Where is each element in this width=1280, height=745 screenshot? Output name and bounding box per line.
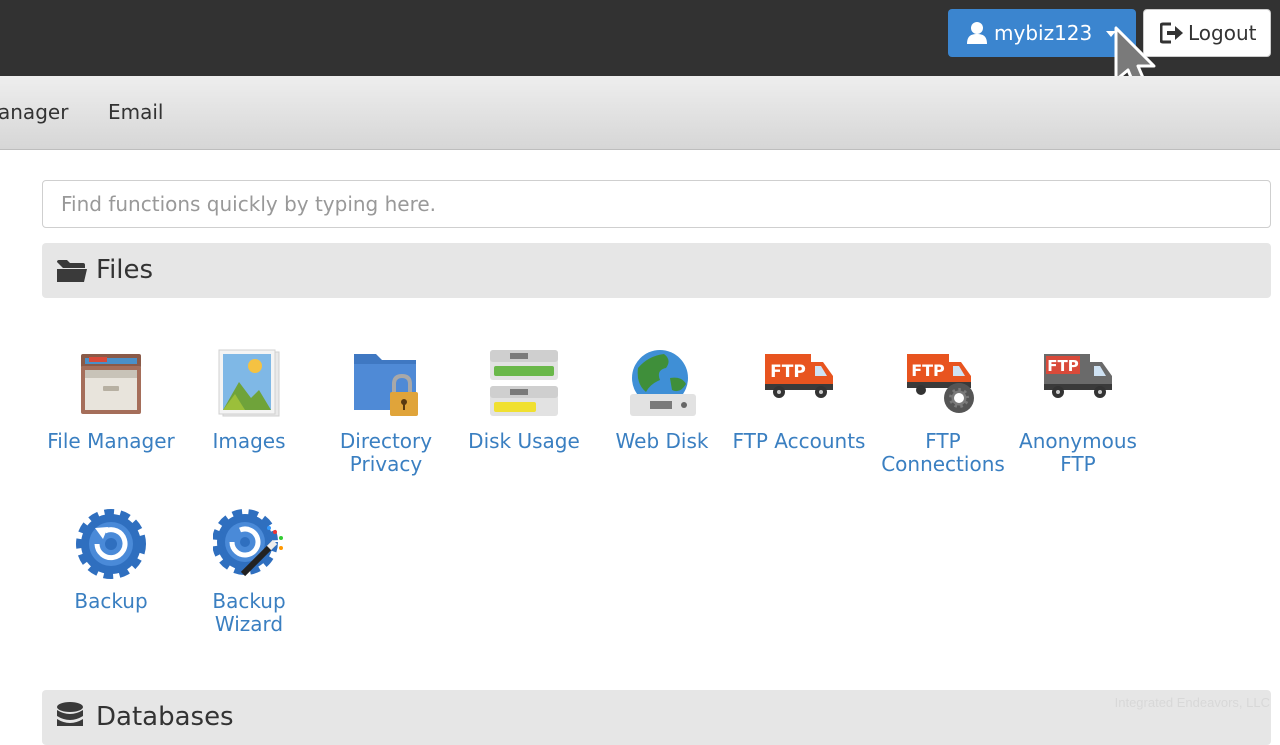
username-label: mybiz123 (994, 21, 1093, 45)
app-backup-wizard[interactable]: Backup Wizard (179, 508, 319, 636)
app-label: Images (212, 429, 286, 453)
logout-label: Logout (1188, 21, 1257, 45)
database-icon (57, 702, 83, 726)
databases-section-header[interactable]: Databases (42, 690, 1271, 745)
folder-open-icon (57, 260, 87, 282)
user-icon (967, 22, 987, 44)
logout-icon (1160, 22, 1183, 44)
top-bar: mybiz123 Logout (0, 0, 1280, 76)
nav-item-email[interactable]: Email (108, 100, 164, 124)
nav-bar: anager Email (0, 76, 1280, 150)
app-label: Web Disk (615, 429, 709, 453)
nav-item-file-manager[interactable]: anager (0, 100, 68, 124)
search-input[interactable] (42, 180, 1271, 228)
app-label: Backup Wizard (212, 589, 286, 636)
user-menu-button[interactable]: mybiz123 (948, 9, 1136, 57)
app-disk-usage[interactable]: Disk Usage (454, 348, 594, 453)
app-label: File Manager (47, 429, 175, 453)
anonymous-ftp-icon: FTP (1044, 354, 1112, 398)
images-icon (218, 349, 280, 417)
backup-icon (76, 509, 146, 579)
web-disk-icon (630, 350, 696, 416)
ftp-text: FTP (1047, 357, 1078, 375)
files-section-title: Files (96, 255, 154, 285)
backup-wizard-icon (213, 509, 283, 577)
ftp-connections-icon: FTP (907, 354, 974, 413)
app-label: Disk Usage (468, 429, 580, 453)
app-ftp-accounts[interactable]: FTP FTP Accounts (729, 348, 869, 453)
ftp-accounts-icon: FTP (765, 354, 833, 398)
databases-section-title: Databases (96, 702, 234, 732)
app-label: Anonymous FTP (1019, 429, 1137, 476)
app-directory-privacy[interactable]: Directory Privacy (316, 348, 456, 476)
app-backup[interactable]: Backup (41, 508, 181, 613)
ftp-text: FTP (770, 362, 806, 382)
app-anonymous-ftp[interactable]: FTP Anonymous FTP (1008, 348, 1148, 476)
app-label: FTP Accounts (732, 429, 866, 453)
logout-button[interactable]: Logout (1143, 9, 1271, 57)
app-file-manager[interactable]: File Manager (41, 348, 181, 453)
app-web-disk[interactable]: Web Disk (592, 348, 732, 453)
app-label: FTP Connections (881, 429, 1005, 476)
app-images[interactable]: Images (179, 348, 319, 453)
files-section-header[interactable]: Files (42, 243, 1271, 298)
app-label: Directory Privacy (339, 429, 433, 476)
app-label: Backup (74, 589, 148, 613)
ftp-text: FTP (911, 361, 945, 380)
app-ftp-connections[interactable]: FTP FTP Connections (873, 348, 1013, 476)
disk-usage-icon (490, 350, 558, 416)
directory-privacy-icon (354, 354, 418, 416)
file-manager-icon (81, 354, 141, 414)
watermark: Integrated Endeavors, LLC (1114, 695, 1270, 710)
